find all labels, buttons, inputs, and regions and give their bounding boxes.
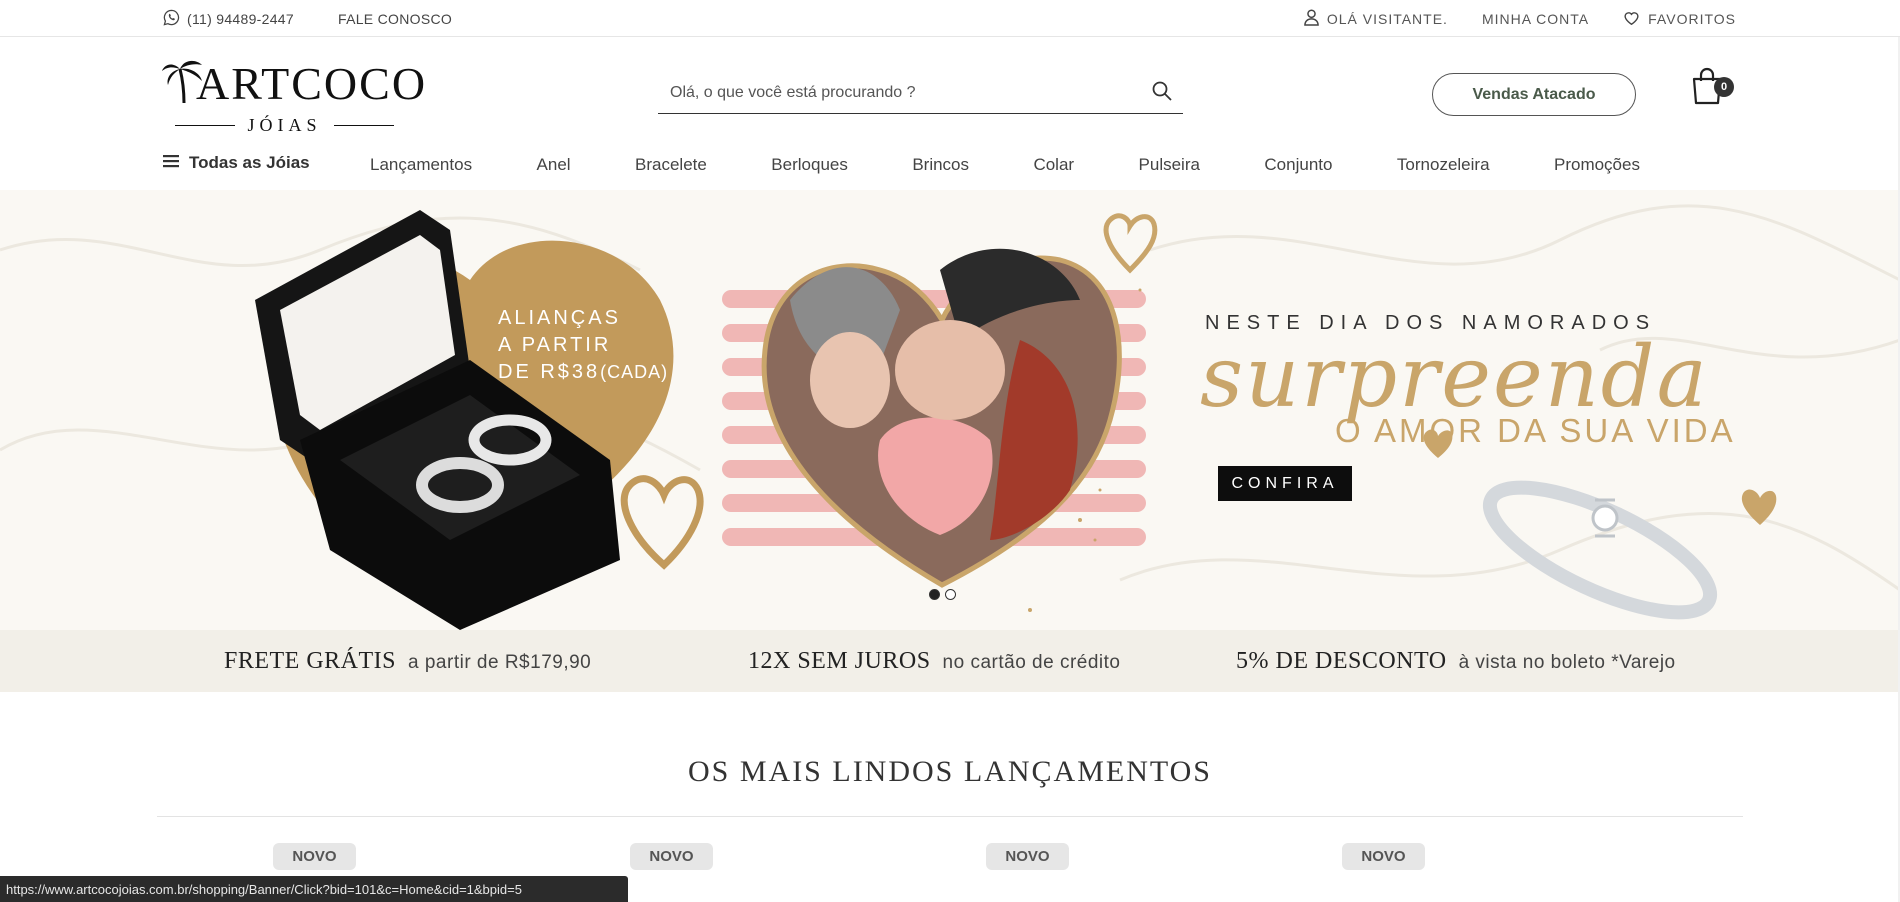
- promo-text: ALIANÇAS A PARTIR DE R$38(CADA): [498, 305, 668, 386]
- logo-sub: JÓIAS: [162, 115, 407, 136]
- section-divider: [157, 816, 1743, 817]
- logo-sub-text: JÓIAS: [247, 115, 322, 135]
- benefits-bar: FRETE GRÁTIS a partir de R$179,90 12X SE…: [0, 630, 1900, 692]
- confira-button[interactable]: CONFIRA: [1218, 466, 1352, 501]
- section-title: OS MAIS LINDOS LANÇAMENTOS: [688, 755, 1212, 788]
- heart-icon: [1623, 10, 1640, 28]
- search-input[interactable]: [670, 80, 1130, 106]
- carousel-dot-1[interactable]: [929, 589, 940, 600]
- main-nav: Todas as Jóias Lançamentos Anel Bracelet…: [0, 145, 1900, 187]
- logo-rule: [175, 125, 236, 126]
- promo-each: (CADA): [600, 362, 669, 382]
- benefit-sub: no cartão de crédito: [942, 652, 1121, 673]
- nav-item-brincos[interactable]: Brincos: [912, 155, 969, 175]
- nav-item-colar[interactable]: Colar: [1033, 155, 1074, 175]
- benefit-discount: 5% DE DESCONTO à vista no boleto *Varejo: [1236, 648, 1676, 675]
- top-bar: (11) 94489-2447 FALE CONOSCO OLÁ VISITAN…: [0, 0, 1900, 37]
- nav-item-lancamentos[interactable]: Lançamentos: [370, 155, 472, 175]
- wholesale-button[interactable]: Vendas Atacado: [1432, 73, 1636, 116]
- search-icon: [1152, 81, 1172, 106]
- all-jewelry-menu[interactable]: Todas as Jóias: [163, 153, 310, 173]
- nav-item-conjunto[interactable]: Conjunto: [1264, 155, 1332, 175]
- search-bar: [658, 72, 1183, 114]
- page: (11) 94489-2447 FALE CONOSCO OLÁ VISITAN…: [0, 0, 1900, 902]
- browser-status-bar: https://www.artcocojoias.com.br/shopping…: [0, 876, 628, 902]
- phone-number: (11) 94489-2447: [187, 11, 294, 27]
- benefit-title: 5% DE DESCONTO: [1236, 648, 1447, 674]
- phone-link[interactable]: (11) 94489-2447: [163, 9, 294, 29]
- benefit-sub: à vista no boleto *Varejo: [1458, 652, 1676, 673]
- nav-item-bracelete[interactable]: Bracelete: [635, 155, 707, 175]
- promo-line-1: ALIANÇAS: [498, 307, 621, 329]
- nav-item-anel[interactable]: Anel: [537, 155, 571, 175]
- benefit-sub: a partir de R$179,90: [408, 652, 592, 673]
- top-bar-left: (11) 94489-2447 FALE CONOSCO: [163, 9, 452, 29]
- benefit-title: 12X SEM JUROS: [748, 648, 931, 674]
- login-link[interactable]: OLÁ VISITANTE.: [1304, 9, 1448, 29]
- nav-item-berloques[interactable]: Berloques: [771, 155, 848, 175]
- cart-count: 0: [1714, 77, 1734, 97]
- whatsapp-icon: [163, 9, 180, 29]
- menu-icon: [163, 153, 179, 173]
- carousel-dots: [929, 589, 956, 600]
- category-list: Lançamentos Anel Bracelete Berloques Bri…: [370, 155, 1640, 175]
- nav-item-pulseira[interactable]: Pulseira: [1139, 155, 1200, 175]
- my-account-link[interactable]: MINHA CONTA: [1482, 11, 1589, 27]
- favorites-label: FAVORITOS: [1648, 11, 1736, 27]
- cart-button[interactable]: 0: [1690, 67, 1734, 113]
- promo-line-3: DE R$38(CADA): [498, 359, 668, 386]
- benefit-installments: 12X SEM JUROS no cartão de crédito: [748, 648, 1121, 675]
- banner-subline: O AMOR DA SUA VIDA: [1335, 412, 1736, 449]
- logo[interactable]: ARTCOCO JÓIAS: [162, 57, 425, 139]
- new-badge: NOVO: [986, 843, 1069, 870]
- top-bar-right: OLÁ VISITANTE. MINHA CONTA FAVORITOS: [1270, 9, 1736, 29]
- user-icon: [1304, 9, 1319, 29]
- diamond-ring-image: [1482, 480, 1718, 620]
- logo-brand: ARTCOCO: [196, 58, 428, 109]
- header: ARTCOCO JÓIAS Vendas Atacado 0: [0, 37, 1900, 137]
- nav-item-tornozeleira[interactable]: Tornozeleira: [1397, 155, 1490, 175]
- promo-line-2: A PARTIR: [498, 334, 612, 356]
- new-badge: NOVO: [1342, 843, 1425, 870]
- new-badge: NOVO: [630, 843, 713, 870]
- all-jewelry-label: Todas as Jóias: [189, 153, 310, 172]
- nav-item-promocoes[interactable]: Promoções: [1554, 155, 1640, 175]
- search-button[interactable]: [1149, 80, 1175, 106]
- greeting-label: OLÁ VISITANTE.: [1326, 11, 1448, 27]
- benefit-free-shipping: FRETE GRÁTIS a partir de R$179,90: [224, 648, 591, 675]
- hero-banner[interactable]: ALIANÇAS A PARTIR DE R$38(CADA) NESTE DI…: [0, 190, 1900, 630]
- contact-link[interactable]: FALE CONOSCO: [338, 11, 452, 27]
- new-badge: NOVO: [273, 843, 356, 870]
- promo-price: DE R$38: [498, 361, 601, 383]
- benefit-title: FRETE GRÁTIS: [224, 648, 397, 674]
- carousel-dot-2[interactable]: [945, 589, 956, 600]
- logo-rule: [333, 125, 394, 126]
- favorites-link[interactable]: FAVORITOS: [1623, 10, 1736, 28]
